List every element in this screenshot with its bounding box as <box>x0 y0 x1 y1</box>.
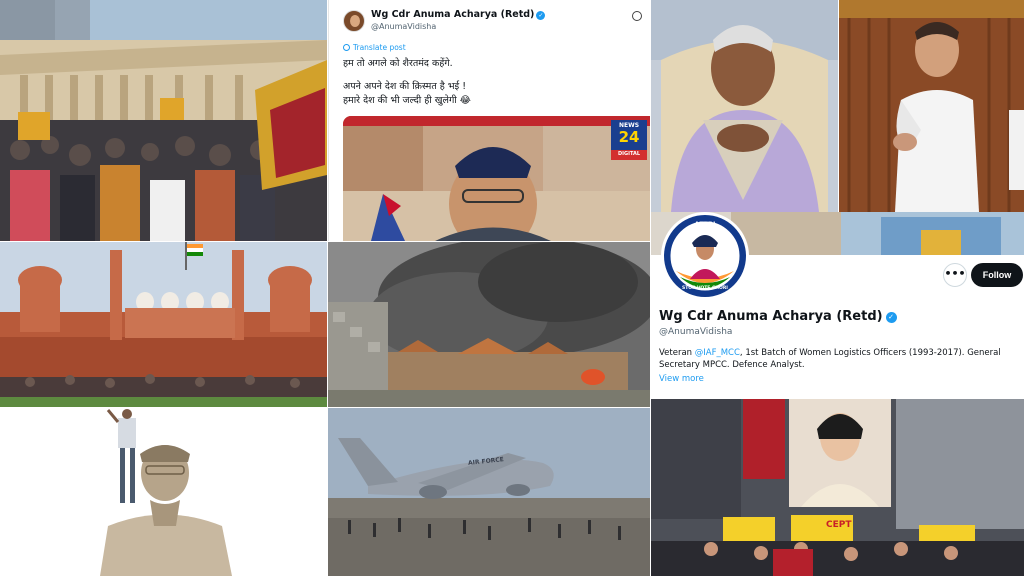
photo-burning-building <box>328 242 650 407</box>
tweet-author-avatar[interactable] <box>343 10 365 32</box>
verified-badge-icon: ✓ <box>885 312 897 323</box>
bio-mention-link[interactable]: @IAF_MCC <box>695 348 740 358</box>
tweet-card[interactable]: Wg Cdr Anuma Acharya (Retd) ✓ @AnumaVidis… <box>328 0 650 241</box>
tweet-media-image[interactable]: NEWS 24 DIGITAL <box>343 116 650 241</box>
follow-button[interactable]: Follow <box>971 263 1023 287</box>
avatar-ring-text-bottom: STOP VOTE CHORI <box>682 286 728 291</box>
photo-man-white-shirt <box>839 0 1024 212</box>
tweet-text-line: हमारे देश की भी जल्दी ही खुलेगी 😂 <box>343 95 471 106</box>
verified-badge-icon: ✓ <box>536 11 546 20</box>
news-logo-number: 24 <box>618 128 640 146</box>
profile-bio: Veteran @IAF_MCC, 1st Batch of Women Log… <box>659 348 1001 370</box>
view-more-link[interactable]: View more <box>659 374 704 384</box>
profile-avatar[interactable]: AZADI STOP VOTE CHORI <box>661 212 749 300</box>
photo-portrait-protest: CEPT <box>651 399 1024 576</box>
profile-display-name: Wg Cdr Anuma Acharya (Retd) ✓ <box>659 309 897 324</box>
globe-icon <box>343 44 350 51</box>
tweet-text-line: हम तो अगले को शैरतमंद कहेंगे. <box>343 58 453 69</box>
translate-post-link[interactable]: Translate post <box>343 43 406 52</box>
tweet-text-line: अपने अपने देश की क़िस्मत है भई ! <box>343 81 466 92</box>
photo-airplane: AIR FORCE <box>328 408 650 576</box>
photo-protest-parliament <box>0 0 327 241</box>
avatar-ring-text-top: AZADI <box>694 221 716 228</box>
profile-card: AZADI STOP VOTE CHORI ••• Follow Wg Cdr … <box>651 212 1024 398</box>
protest-sign-text: CEPT <box>826 520 852 530</box>
photo-statue <box>0 408 327 576</box>
more-options-button[interactable]: ••• <box>943 263 967 287</box>
tweet-author-handle[interactable]: @AnumaVidisha <box>371 22 436 31</box>
news-logo-bottom: DIGITAL <box>617 151 641 157</box>
tweet-author-name[interactable]: Wg Cdr Anuma Acharya (Retd) ✓ <box>371 9 546 20</box>
grok-icon[interactable] <box>632 11 642 21</box>
photo-seated-man <box>651 0 838 212</box>
profile-handle: @AnumaVidisha <box>659 327 733 337</box>
photo-red-fort <box>0 242 327 407</box>
